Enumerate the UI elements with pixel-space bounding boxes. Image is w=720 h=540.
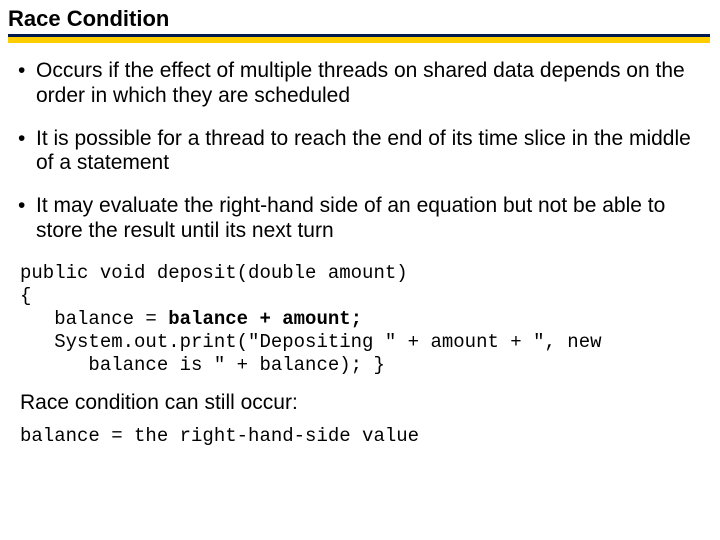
title-rules: [8, 34, 710, 43]
code-bold: balance + amount;: [168, 308, 362, 330]
bullet-item: It is possible for a thread to reach the…: [18, 127, 702, 177]
bullet-item: It may evaluate the right-hand side of a…: [18, 194, 702, 244]
code-line: {: [20, 285, 31, 307]
code-line: balance = the right-hand-side value: [20, 425, 419, 447]
code-block: public void deposit(double amount) { bal…: [20, 262, 702, 378]
code-line: public void deposit(double amount): [20, 262, 408, 284]
subline: Race condition can still occur:: [20, 391, 702, 415]
rule-yellow: [8, 37, 710, 43]
title-block: Race Condition: [0, 0, 720, 45]
bullet-item: Occurs if the effect of multiple threads…: [18, 59, 702, 109]
slide-title: Race Condition: [8, 6, 710, 32]
bullet-list: Occurs if the effect of multiple threads…: [18, 59, 702, 244]
code-line: balance =: [20, 308, 168, 330]
code-line: balance is " + balance); }: [20, 354, 385, 376]
slide-body: Occurs if the effect of multiple threads…: [0, 45, 720, 449]
code-line: System.out.print("Depositing " + amount …: [20, 331, 602, 353]
code-block-2: balance = the right-hand-side value: [20, 425, 702, 448]
slide: Race Condition Occurs if the effect of m…: [0, 0, 720, 540]
